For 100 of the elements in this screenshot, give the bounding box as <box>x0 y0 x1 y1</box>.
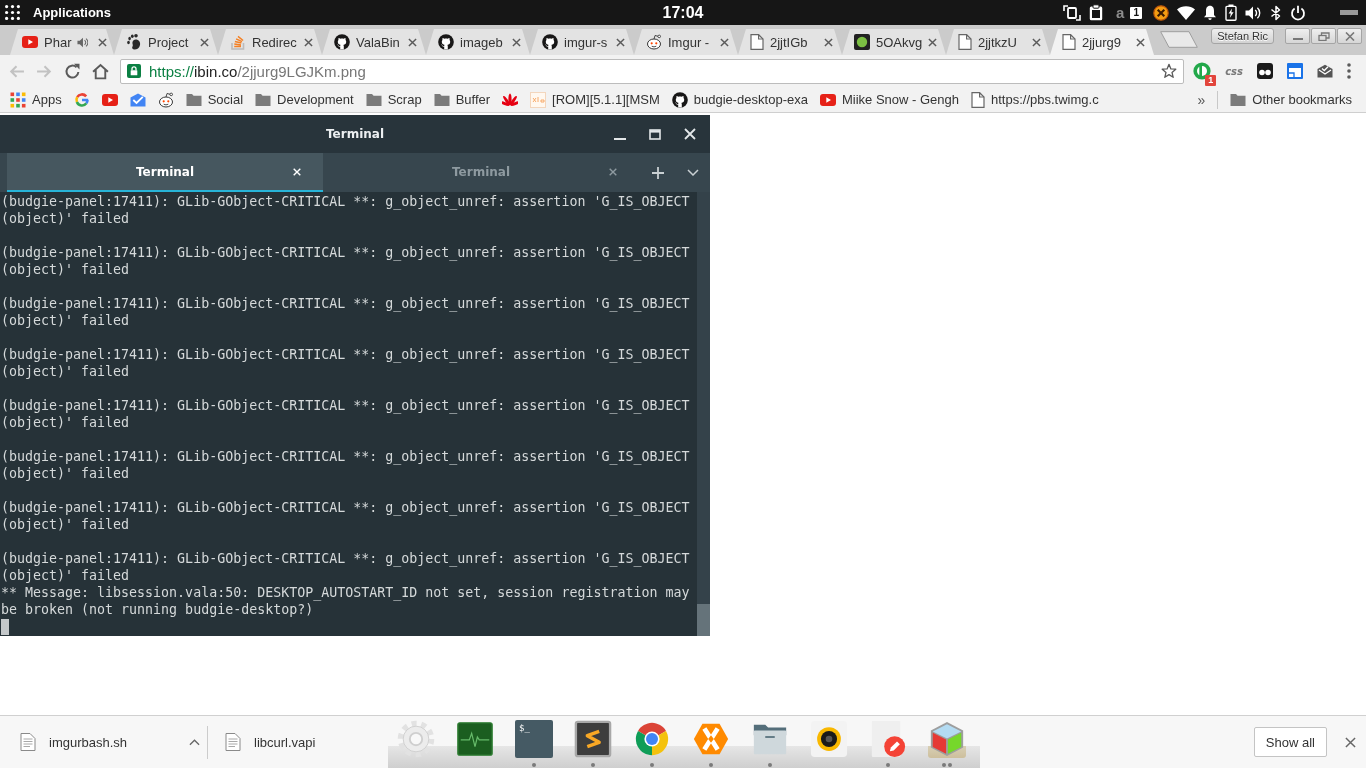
browser-tab[interactable]: ValaBin <box>322 29 426 55</box>
terminal-tab[interactable]: Terminal <box>7 153 323 192</box>
grid-icon[interactable] <box>5 5 20 20</box>
bell-icon[interactable] <box>1203 4 1217 21</box>
speaker-icon[interactable] <box>77 36 89 48</box>
extension-button[interactable]: css <box>1225 65 1243 77</box>
play-button-icon[interactable] <box>101 93 118 106</box>
download-item[interactable]: libcurl.vapi <box>225 733 316 751</box>
reload-icon[interactable] <box>64 62 81 80</box>
bookmark-link[interactable]: https://pbs.twimg.c <box>971 91 1099 108</box>
volume-icon[interactable] <box>1245 4 1262 21</box>
bookmark-folder[interactable]: Other bookmarks <box>1230 92 1352 107</box>
bookmarks-overflow[interactable]: » <box>1197 91 1206 108</box>
eyes-icon[interactable] <box>1257 63 1273 79</box>
battery-icon[interactable] <box>1225 4 1237 21</box>
bookmark-folder[interactable]: Scrap <box>365 92 422 107</box>
profile-button[interactable]: Stefan Ric <box>1211 28 1274 44</box>
page-icon <box>958 34 972 50</box>
clock: 17:04 <box>662 3 704 22</box>
browser-tab[interactable]: 2jjtkzU <box>946 29 1050 55</box>
close-icon[interactable] <box>98 37 108 47</box>
browser-tab[interactable]: Project <box>114 29 218 55</box>
browser-tab[interactable]: Imgur - <box>634 29 738 55</box>
chevron-down-icon[interactable] <box>687 169 699 176</box>
page-icon <box>750 34 764 50</box>
lock-icon[interactable] <box>127 64 141 78</box>
bookmark-link[interactable]: Apps <box>10 91 62 108</box>
add-icon[interactable] <box>652 166 664 179</box>
close-icon[interactable] <box>200 37 209 47</box>
close-icon[interactable] <box>408 37 417 47</box>
alien-icon <box>646 34 662 50</box>
zigzag-tile-icon[interactable] <box>574 720 612 758</box>
browser-tab[interactable]: imgur-s <box>530 29 634 55</box>
power-icon[interactable] <box>1290 4 1306 21</box>
browser-tab[interactable]: 2jjtIGb <box>738 29 842 55</box>
close-icon[interactable] <box>1136 37 1145 47</box>
bluetooth-icon[interactable] <box>1270 4 1282 21</box>
address-text[interactable]: https://ibin.co/2jjurg9LGJKm.png <box>149 62 366 80</box>
log-message: (budgie-panel:17411): GLib-GObject-CRITICAL **: g_object_unref: assertion 'G_IS_OBJECT (object)' failed <box>1 550 691 584</box>
close-icon[interactable] <box>1032 37 1041 47</box>
pulse-monitor-icon[interactable] <box>456 720 494 758</box>
cat-logo-icon <box>334 34 350 50</box>
browser-tab[interactable]: Phar <box>10 29 114 55</box>
scrollbar-thumb[interactable] <box>697 604 710 636</box>
folder-icon <box>365 92 382 107</box>
browser-tab[interactable]: 5OAkvg <box>842 29 946 55</box>
cube-icon[interactable] <box>928 720 966 758</box>
star-icon[interactable] <box>1161 63 1178 79</box>
browser-tab[interactable]: imageb <box>426 29 530 55</box>
envelope-icon[interactable] <box>1317 64 1333 78</box>
wifi-icon[interactable] <box>1177 5 1195 20</box>
browser-logo-icon[interactable] <box>633 720 671 758</box>
envelope-check-icon[interactable] <box>129 92 146 107</box>
bookmark-folder[interactable]: Social <box>185 92 244 107</box>
close-button[interactable] <box>1337 28 1362 44</box>
cat-logo-icon <box>542 34 558 50</box>
bookmark-link[interactable]: [ROM][5.1.1][MSM <box>530 91 660 108</box>
download-item[interactable]: imgurbash.sh <box>20 733 200 751</box>
home-icon[interactable] <box>92 62 109 80</box>
restore-button[interactable] <box>1311 28 1336 44</box>
bookmark-link[interactable]: Miike Snow - Gengh <box>819 92 959 107</box>
show-all-button[interactable]: Show all <box>1253 727 1327 757</box>
indicator-letter[interactable]: a <box>1116 5 1125 20</box>
close-icon[interactable] <box>720 37 729 47</box>
clipboard-icon[interactable] <box>1089 4 1104 21</box>
maximize-icon[interactable] <box>649 128 661 140</box>
play-button-icon <box>22 36 38 48</box>
browser-tab[interactable]: 2jjurg9 <box>1050 29 1154 55</box>
window-tile-icon[interactable] <box>1287 63 1303 79</box>
chevron-up-icon[interactable] <box>189 738 200 746</box>
g-logo-icon[interactable] <box>73 91 90 108</box>
applications-menu[interactable]: Applications <box>33 5 111 20</box>
log-message: (budgie-panel:17411): GLib-GObject-CRITICAL **: g_object_unref: assertion 'G_IS_OBJECT (object)' failed <box>1 397 691 431</box>
scrollbar[interactable] <box>697 192 710 636</box>
bookmark-folder[interactable]: Development <box>255 92 354 107</box>
alien-icon[interactable] <box>157 91 174 108</box>
notification-count: 1 <box>1205 75 1217 86</box>
folder-icon <box>1230 92 1247 107</box>
minimize-icon <box>1292 38 1303 40</box>
indicator-number[interactable]: 1 <box>1130 6 1142 19</box>
close-icon[interactable] <box>928 37 938 47</box>
bookmark-link[interactable]: budgie-desktop-exa <box>671 91 808 108</box>
screen-rotate-icon[interactable] <box>1063 3 1082 22</box>
close-icon[interactable] <box>304 37 313 47</box>
menu-icon[interactable] <box>1347 63 1351 79</box>
cursor-icon <box>1 618 9 635</box>
close-icon[interactable] <box>616 37 625 47</box>
close-icon[interactable] <box>824 37 833 47</box>
petals-icon[interactable] <box>502 92 519 107</box>
minimize-button[interactable] <box>1285 28 1310 44</box>
crossed-circle-icon[interactable] <box>1153 4 1169 21</box>
apps-grid-icon <box>10 91 26 108</box>
close-icon[interactable] <box>1345 736 1356 748</box>
terminal-launcher[interactable]: $_ <box>515 720 553 758</box>
browser-tab[interactable]: Redirec <box>218 29 322 55</box>
log-message: (budgie-panel:17411): GLib-GObject-CRITICAL **: g_object_unref: assertion 'G_IS_OBJECT (object)' failed <box>1 499 691 533</box>
document-icon <box>20 733 36 751</box>
close-icon[interactable] <box>512 37 521 47</box>
bookmark-folder[interactable]: Buffer <box>433 92 491 107</box>
address-field[interactable]: https://ibin.co/2jjurg9LGJKm.png <box>120 58 1185 84</box>
